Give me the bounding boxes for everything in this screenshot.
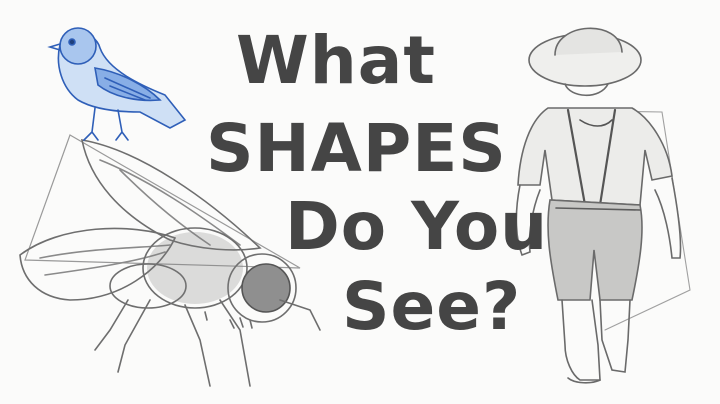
title-line-shapes: SHAPES — [206, 110, 507, 187]
title-line-do-you: Do You — [285, 188, 549, 265]
title-line-what: What — [236, 22, 436, 99]
title-line-see: See? — [342, 268, 522, 345]
thumbnail-canvas: What SHAPES Do You See? — [0, 0, 720, 404]
